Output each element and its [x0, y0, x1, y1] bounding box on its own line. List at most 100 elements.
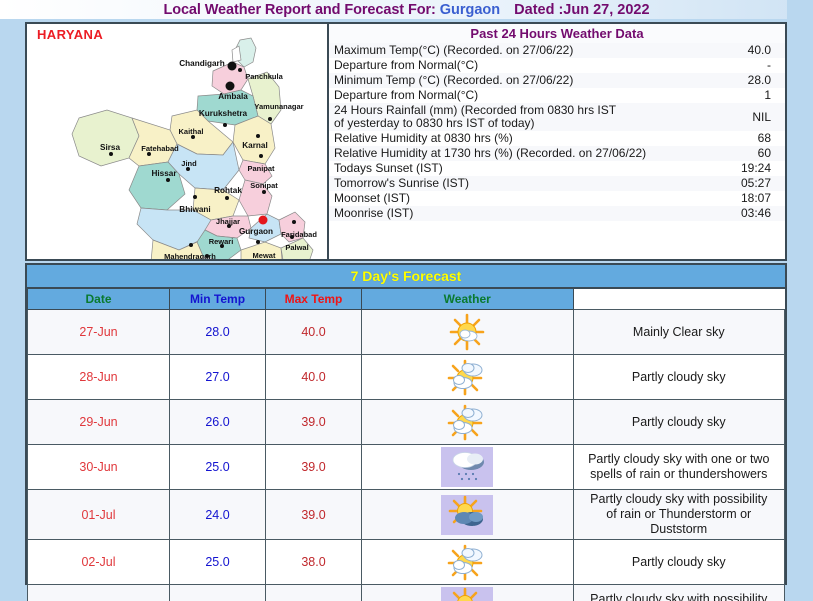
map-label-gurgaon: Gurgaon	[238, 227, 274, 236]
forecast-date: 02-Jul	[27, 539, 170, 585]
sun-behind-clouds-icon	[447, 404, 483, 441]
forecast-description: Partly cloudy sky with one or two spells…	[572, 444, 785, 490]
past-24-table-body: Maximum Temp(°C) (Recorded. on 27/06/22)…	[329, 43, 785, 221]
forecast-min-temp: 28.0	[169, 309, 266, 355]
forecast-description: Partly cloudy sky with possibility of ra…	[572, 584, 785, 601]
forecast-icon-cell	[361, 354, 574, 400]
table-row: Relative Humidity at 0830 hrs (%) 68	[329, 131, 785, 146]
past-row-label: Todays Sunset (IST)	[334, 161, 443, 175]
table-row: Maximum Temp(°C) (Recorded. on 27/06/22)…	[329, 43, 785, 58]
forecast-date: 03-Jul	[27, 584, 170, 601]
forecast-icon-cell	[361, 399, 574, 445]
forecast-icon-cell	[361, 584, 574, 601]
haryana-map-panel: HARYANA Chandigarh Panchkula Ambala Yamu…	[25, 22, 329, 261]
past-row-value: 40.0	[747, 43, 771, 57]
page-right-margin	[787, 0, 813, 601]
table-row: Departure from Normal(°C) -	[329, 58, 785, 73]
map-dot-ambala	[225, 81, 235, 91]
sun-behind-small-cloud-icon	[449, 313, 485, 351]
table-row: 02-Jul 25.0 38.0 Partly cloudy sky	[27, 539, 785, 585]
forecast-min-temp: 25.0	[169, 444, 266, 490]
map-dot-karnal	[256, 134, 260, 138]
table-row: 03-Jul 26.0 38.0	[27, 584, 785, 601]
page-title-bar: Local Weather Report and Forecast For: Gu…	[0, 0, 813, 19]
table-row: Todays Sunset (IST) 19:24	[329, 161, 785, 176]
column-header-date: Date	[27, 289, 170, 310]
sun-thunderstorm-icon	[441, 587, 494, 601]
city-name: Gurgaon	[439, 2, 501, 18]
past-row-label: Minimum Temp (°C) (Recorded. on 27/06/22…	[334, 73, 574, 87]
map-dot-hissar	[166, 178, 170, 182]
past-row-value: 1	[764, 88, 771, 102]
forecast-date: 27-Jun	[27, 309, 170, 355]
past-row-value: 18:07	[740, 191, 771, 205]
table-row: Tomorrow's Sunrise (IST) 05:27	[329, 176, 785, 191]
forecast-date: 28-Jun	[27, 354, 170, 400]
past-row-label: Departure from Normal(°C)	[334, 58, 479, 72]
table-row: 28-Jun 27.0 40.0 Partly cloudy sky	[27, 354, 785, 400]
table-row: Minimum Temp (°C) (Recorded. on 27/06/22…	[329, 73, 785, 88]
forecast-table-head: Date Min Temp Max Temp Weather	[27, 289, 785, 310]
table-row: 24 Hours Rainfall (mm) (Recorded from 08…	[329, 103, 785, 131]
forecast-icon-cell	[361, 309, 574, 355]
map-dot-mahendragarh	[189, 243, 193, 247]
forecast-min-temp: 27.0	[169, 354, 266, 400]
forecast-description: Partly cloudy sky	[572, 354, 785, 400]
table-row: 27-Jun 28.0 40.0 Mainly Clear sky	[27, 309, 785, 355]
page-title: Local Weather Report and Forecast For:	[163, 2, 436, 18]
forecast-description: Mainly Clear sky	[572, 309, 785, 355]
map-dot-yamunanagar	[268, 117, 272, 121]
map-dot-narnaul	[205, 254, 209, 258]
forecast-max-temp: 39.0	[265, 399, 362, 445]
map-label-panchkula: Panchkula	[245, 72, 283, 81]
forecast-date: 30-Jun	[27, 444, 170, 490]
map-label-karnal: Karnal	[242, 141, 268, 150]
past-row-value: -	[767, 58, 771, 72]
past-row-label: Departure from Normal(°C)	[334, 88, 479, 102]
map-label-kurukshetra: Kurukshetra	[198, 109, 248, 118]
past-row-value: 19:24	[740, 161, 771, 175]
past-row-value: 68	[757, 131, 771, 145]
table-row: Moonrise (IST) 03:46	[329, 206, 785, 221]
forecast-min-temp: 26.0	[169, 399, 266, 445]
forecast-min-temp: 24.0	[169, 489, 266, 540]
report-date: Dated :Jun 27, 2022	[514, 2, 650, 18]
column-header-min-temp: Min Temp	[169, 289, 266, 310]
map-label-bhiwani: Bhiwani	[179, 205, 211, 214]
past-row-label: Tomorrow's Sunrise (IST)	[334, 176, 469, 190]
forecast-min-temp: 25.0	[169, 539, 266, 585]
map-label-ambala: Ambala	[218, 92, 248, 101]
map-dot-kaithal	[191, 135, 195, 139]
map-dot-kurukshetra	[223, 123, 227, 127]
sun-thunderstorm-icon	[441, 494, 494, 535]
forecast-max-temp: 40.0	[265, 309, 362, 355]
forecast-date: 29-Jun	[27, 399, 170, 445]
forecast-header-row: Date Min Temp Max Temp Weather	[27, 289, 785, 310]
forecast-description: Partly cloudy sky with possibility of ra…	[572, 489, 785, 540]
past-row-value: 03:46	[740, 206, 771, 220]
table-row: Departure from Normal(°C) 1	[329, 88, 785, 103]
map-dot-sirsa	[109, 152, 113, 156]
forecast-min-temp: 26.0	[169, 584, 266, 601]
past-24-table: Maximum Temp(°C) (Recorded. on 27/06/22)…	[329, 43, 785, 221]
rain-streaks	[457, 525, 475, 531]
past-24-heading: Past 24 Hours Weather Data	[329, 24, 785, 43]
past-row-label: Relative Humidity at 1730 hrs (%) (Recor…	[334, 146, 647, 160]
table-row: 01-Jul 24.0 39.0 Partly cloudy sky with …	[27, 489, 785, 540]
map-label-mewat: Mewat	[252, 251, 276, 260]
forecast-panel: 7 Day's Forecast Date Min Temp Max Temp …	[25, 263, 787, 601]
map-dot-mewat	[256, 240, 260, 244]
forecast-description: Partly cloudy sky	[572, 539, 785, 585]
rain-cloud-icon	[441, 447, 494, 487]
forecast-date: 01-Jul	[27, 489, 170, 540]
map-state-label: HARYANA	[37, 27, 104, 42]
map-dot-bhiwani	[193, 195, 197, 199]
sun-behind-clouds-icon	[447, 359, 483, 396]
past-row-value: 28.0	[747, 73, 771, 87]
map-dot-palwal	[290, 235, 294, 239]
haryana-map-svg	[71, 37, 314, 259]
past-row-label: Maximum Temp(°C) (Recorded. on 27/06/22)	[334, 43, 574, 57]
map-dot-rohtak	[225, 196, 229, 200]
map-label-chandigarh: Chandigarh	[179, 59, 225, 68]
forecast-table: Date Min Temp Max Temp Weather 27-Jun 28…	[27, 289, 785, 601]
